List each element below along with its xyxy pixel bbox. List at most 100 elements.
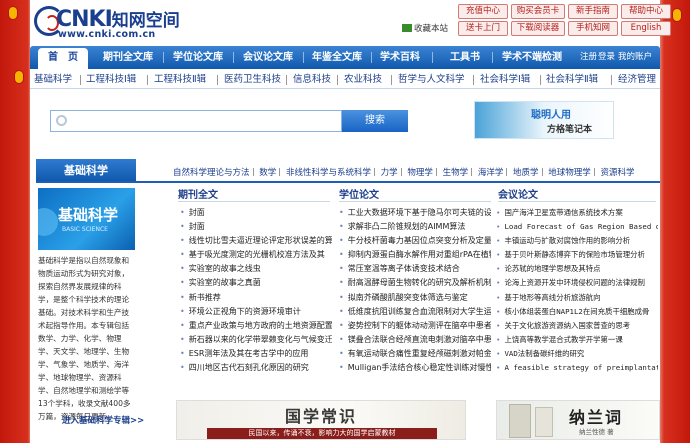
book-cover-image	[535, 407, 553, 437]
discipline-link[interactable]: 物理学	[407, 168, 433, 178]
list-item[interactable]: 工业大数据环境下基于隐马尔可夫链的设备	[339, 206, 491, 220]
list-item[interactable]: 牛分枝杆菌毒力基因位点突变分析及定量演	[339, 234, 491, 248]
nav-yearbook[interactable]: 年鉴全文库	[307, 46, 367, 69]
nalanci-ad-banner[interactable]: 纳兰词 纳兰性德 著	[496, 400, 660, 440]
ad-subtitle: 纳兰性德 著	[579, 428, 614, 436]
nav-conference[interactable]: 会议论文库	[238, 46, 298, 69]
list-item[interactable]: 论苏轼的地理学思想及其特点	[496, 262, 658, 276]
list-item[interactable]: 线性切比雪夫逼近理论评定形状误差的算法	[180, 234, 332, 248]
list-item[interactable]: 新石器以来的化学带翠赖变化与气候变迁	[180, 333, 332, 347]
notebook-ad-banner[interactable]: 聪明人用 方格笔记本	[474, 101, 614, 139]
ad-line1: 聪明人用	[531, 110, 571, 121]
favorite-link[interactable]: 收藏本站	[402, 22, 448, 34]
discipline-link[interactable]: 地质学	[513, 168, 539, 178]
section-title: 基础科学	[36, 159, 136, 182]
list-item[interactable]: 低维度抗阻训练复合血流限制对大学生运动	[339, 305, 491, 319]
column-divider	[339, 201, 491, 202]
discipline-link[interactable]: 资源科学	[600, 168, 634, 178]
guoxue-ad-banner[interactable]: 国学常识 民国以来，传诵不衰，影响力大的国学启蒙教材	[176, 400, 466, 440]
subject-social-1[interactable]: 社会科学Ⅰ辑	[480, 69, 530, 91]
nav-separator	[233, 52, 234, 63]
list-item[interactable]: 核小体组装蛋白NAP1L2在间充质干细胞成骨	[496, 305, 658, 319]
basic-science-banner[interactable]: 基础科学 BASIC SCIENCE	[38, 188, 135, 250]
subject-information[interactable]: 信息科技	[293, 69, 331, 91]
nav-separator	[492, 52, 493, 63]
enter-section-link[interactable]: 进入基础科学专辑>>	[62, 414, 144, 426]
list-item[interactable]: 基于贝叶斯静态博弈下的保险市场管理分析	[496, 248, 658, 262]
list-item[interactable]: A feasible strategy of preimplantation	[496, 361, 658, 375]
card-delivery-button[interactable]: 送卡上门	[458, 21, 508, 36]
download-reader-button[interactable]: 下载阅读器	[511, 21, 565, 36]
nav-encyclopedia[interactable]: 学术百科	[374, 46, 426, 69]
list-item[interactable]: 镁叠合法联合经颅直流电刺激对脑卒中患者	[339, 333, 491, 347]
help-button[interactable]: 帮助中心	[621, 4, 671, 19]
nav-separator	[371, 52, 372, 63]
list-item[interactable]: Load Forecast of Gas Region Based on	[496, 220, 658, 234]
list-item[interactable]: 基于吸光度测定的光栅机校准方法及其	[180, 248, 332, 262]
list-item[interactable]: 姿势控制下的躯体动动测评在脑卒中患者的	[339, 319, 491, 333]
list-item[interactable]: 耐高温酵母菌生物转化的研究及解析机制的初探	[339, 276, 491, 290]
nav-thesis[interactable]: 学位论文库	[168, 46, 228, 69]
guide-button[interactable]: 新手指南	[568, 4, 618, 19]
subject-medicine[interactable]: 医药卫生科技	[224, 69, 281, 91]
nav-plagiarism[interactable]: 学术不端检测	[496, 46, 568, 69]
logo-cn: 知网空间	[111, 11, 180, 31]
list-item[interactable]: 基于地形等高线分析旅游航向	[496, 291, 658, 305]
subject-philosophy[interactable]: 哲学与人文科学	[398, 69, 465, 91]
list-item[interactable]: 关于文化旅游资源纳入国家普查的思考	[496, 319, 658, 333]
login-link[interactable]: 登录	[598, 46, 615, 69]
subject-agriculture[interactable]: 农业科技	[344, 69, 382, 91]
recharge-button[interactable]: 充值中心	[458, 4, 508, 19]
nav-journal[interactable]: 期刊全文库	[98, 46, 158, 69]
list-item[interactable]: Mulligan手法结合核心稳定性训练对慢性非	[339, 361, 491, 375]
subject-engineering-2[interactable]: 工程科技Ⅱ辑	[154, 69, 206, 91]
list-item[interactable]: 上饶高等教学混合式教学开学第一课	[496, 333, 658, 347]
list-item[interactable]: 封面	[180, 220, 332, 234]
ad-subtitle: 民国以来，传诵不衰，影响力大的国学启蒙教材	[207, 428, 437, 439]
list-item[interactable]: 实验室的故事之线虫	[180, 262, 332, 276]
register-link[interactable]: 注册	[580, 46, 597, 69]
buy-card-button[interactable]: 购买会员卡	[511, 4, 565, 19]
list-item[interactable]: 常压室温等离子体诱变技术结合	[339, 262, 491, 276]
discipline-link[interactable]: 力学	[381, 168, 398, 178]
list-item[interactable]: 丰镇运动与扩散对腐蚀作用的影响分析	[496, 234, 658, 248]
list-item[interactable]: 四川地区古代石刻孔化原因的研究	[180, 361, 332, 375]
discipline-link[interactable]: 海洋学	[478, 168, 504, 178]
account-link[interactable]: 我的账户	[618, 46, 652, 69]
nav-reference[interactable]: 工具书	[440, 46, 490, 69]
subject-engineering-1[interactable]: 工程科技Ⅰ辑	[86, 69, 136, 91]
search-input[interactable]	[50, 110, 342, 132]
list-item[interactable]: VAD法制备碳纤维的研究	[496, 347, 658, 361]
subject-social-2[interactable]: 社会科学Ⅱ辑	[546, 69, 598, 91]
list-item[interactable]: 新书推荐	[180, 291, 332, 305]
list-item[interactable]: 论海上资源开发中环境侵权问题的法律规制	[496, 276, 658, 290]
discipline-link[interactable]: 非线性科学与系统科学	[286, 168, 371, 178]
lantern-decoration	[672, 8, 682, 22]
nav-home[interactable]: 首 页	[38, 48, 88, 69]
list-item[interactable]: 有氧运动联合痛性重复经颅磁刺激对帕金森	[339, 347, 491, 361]
list-item[interactable]: 拟南芥磷酸肌酸突变体筛选与鉴定	[339, 291, 491, 305]
search-button[interactable]: 搜索	[342, 110, 408, 132]
list-item[interactable]: 国产海洋卫星宽带通信系统技术方案	[496, 206, 658, 220]
lantern-decoration	[8, 6, 18, 20]
list-item[interactable]: ESR测年法及其在考古学中的应用	[180, 347, 332, 361]
discipline-link[interactable]: 自然科学理论与方法	[173, 168, 250, 178]
discipline-link[interactable]: 生物学	[443, 168, 469, 178]
english-button[interactable]: English	[621, 21, 671, 36]
thesis-list: 工业大数据环境下基于隐马尔可夫链的设备 求解非凸二阶锥规划的AIMM算法 牛分枝…	[339, 206, 491, 375]
list-item[interactable]: 实验室的故事之真菌	[180, 276, 332, 290]
list-item[interactable]: 求解非凸二阶锥规划的AIMM算法	[339, 220, 491, 234]
journal-column-title: 期刊全文	[178, 190, 218, 201]
discipline-link[interactable]: 数学	[259, 168, 276, 178]
banner-subtitle: BASIC SCIENCE	[62, 226, 108, 233]
subnav-separator	[337, 75, 338, 85]
subject-basic-science[interactable]: 基础科学	[34, 69, 72, 91]
cnki-logo[interactable]: CNKI知网空间 www.cnki.com.cn	[34, 4, 184, 40]
list-item[interactable]: 重点产业政策与地方政府的土地资源配置	[180, 319, 332, 333]
subject-economics[interactable]: 经济管理	[618, 69, 656, 91]
discipline-link[interactable]: 地球物理学	[548, 168, 591, 178]
list-item[interactable]: 抑制内源蛋白酶水解作用对重组rPA在植物	[339, 248, 491, 262]
list-item[interactable]: 封面	[180, 206, 332, 220]
mobile-button[interactable]: 手机知网	[568, 21, 618, 36]
list-item[interactable]: 环境公正视角下的资源环境审计	[180, 305, 332, 319]
